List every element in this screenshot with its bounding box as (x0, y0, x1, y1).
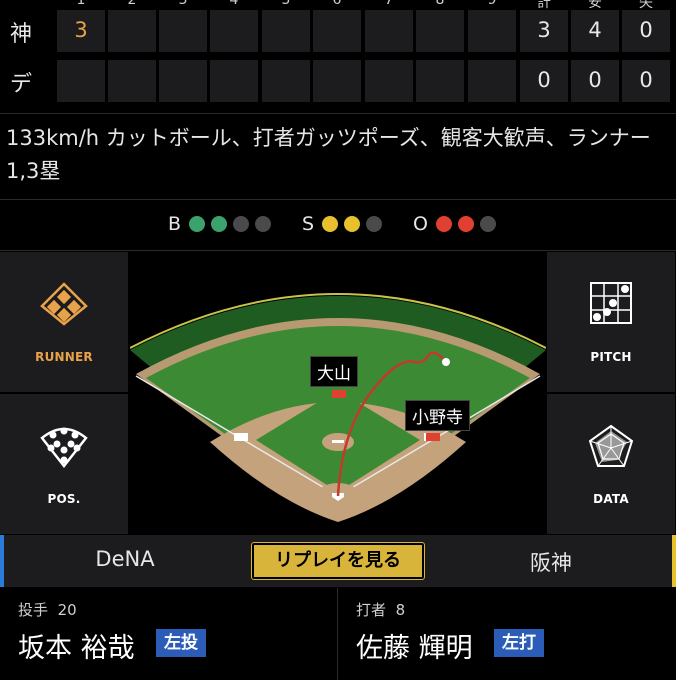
runner-label-third: 大山 (310, 356, 358, 387)
data-label: DATA (593, 492, 629, 506)
inning-cell (313, 60, 361, 102)
replay-button[interactable]: リプレイを見る (251, 542, 425, 580)
strike-dot (366, 216, 383, 232)
total-runs: 3 (520, 10, 568, 52)
total-errors: 0 (622, 10, 670, 52)
ball-dot (255, 216, 272, 232)
strike-dot (344, 216, 361, 232)
inning-cell (57, 60, 105, 102)
ball-dot (233, 216, 250, 232)
inning-header: 3 (178, 0, 188, 8)
out-dot (457, 216, 474, 232)
strike-label: S (302, 213, 315, 235)
field-view: 大山 小野寺 (130, 252, 546, 534)
divider (0, 199, 676, 200)
pitcher-hand-badge: 左投 (156, 629, 206, 657)
strike-count: S (302, 213, 388, 235)
inning-header: 8 (435, 0, 445, 8)
team-abbr: 神 (10, 22, 33, 47)
batter-role: 打者 8 (356, 601, 406, 619)
inning-cell (416, 10, 464, 52)
inning-cell (108, 60, 156, 102)
radar-chart-icon (588, 424, 634, 467)
inning-header: 7 (384, 0, 394, 8)
pitch-button[interactable]: PITCH (547, 252, 675, 392)
batter-name: 佐藤 輝明 (356, 633, 473, 664)
total-errors: 0 (622, 60, 670, 102)
play-description: 133km/h カットボール、打者ガッツポーズ、観客大歓声、ランナー1,3塁 (6, 126, 651, 183)
ball-dot (189, 216, 206, 232)
out-dot (479, 216, 496, 232)
pitch-label: PITCH (590, 350, 632, 364)
runner-label-first: 小野寺 (405, 400, 470, 431)
scoreboard-row-hanshin: 神 3 3 4 0 (0, 10, 676, 56)
pitcher-card[interactable]: 投手 20 坂本 裕哉 左投 (0, 588, 336, 680)
inning-header: 2 (127, 0, 137, 8)
runner-label: RUNNER (35, 350, 93, 364)
inning-cell (210, 10, 258, 52)
strike-dot (322, 216, 339, 232)
out-label: O (413, 213, 428, 235)
team-bar: DeNA リプレイを見る 阪神 (0, 535, 676, 587)
positions-button[interactable]: POS. (0, 394, 128, 534)
inning-cell (365, 10, 413, 52)
team-tab-right[interactable]: 阪神 (426, 547, 676, 577)
inning-cell (159, 10, 207, 52)
inning-header: 1 (76, 0, 86, 8)
inning-cell (210, 60, 258, 102)
inning-cell (365, 60, 413, 102)
inning-header: 6 (332, 0, 342, 8)
ball-count: B (168, 213, 277, 235)
positions-icon (40, 427, 88, 468)
inning-cell (159, 60, 207, 102)
batter-hand-badge: 左打 (494, 629, 544, 657)
out-count: O (413, 213, 502, 235)
team-accent-right (672, 535, 676, 587)
pitcher-name: 坂本 裕哉 (18, 633, 135, 664)
batter-card[interactable]: 打者 8 佐藤 輝明 左打 (338, 588, 674, 680)
diamond-bases-icon (40, 282, 88, 326)
total-hits: 4 (571, 10, 619, 52)
inning-cell: 3 (57, 10, 105, 52)
inning-header: 4 (229, 0, 239, 8)
inning-header: 5 (281, 0, 291, 8)
inning-header: 9 (487, 0, 497, 8)
data-button[interactable]: DATA (547, 394, 675, 534)
inning-cell (108, 10, 156, 52)
positions-label: POS. (47, 492, 81, 506)
ball-dot (211, 216, 228, 232)
scoreboard-row-dena: デ 0 0 0 (0, 60, 676, 106)
pitcher-role: 投手 20 (18, 601, 77, 619)
total-runs: 0 (520, 60, 568, 102)
divider (0, 113, 676, 114)
ball-label: B (168, 213, 182, 235)
inning-cell (468, 10, 516, 52)
pitch-grid-icon (590, 282, 632, 324)
inning-cell (262, 10, 310, 52)
inning-cell (468, 60, 516, 102)
inning-cell (313, 10, 361, 52)
team-abbr: デ (10, 72, 33, 97)
runner-button[interactable]: RUNNER (0, 252, 128, 392)
inning-cell (262, 60, 310, 102)
team-tab-left[interactable]: DeNA (0, 547, 250, 571)
total-hits: 0 (571, 60, 619, 102)
out-dot (435, 216, 452, 232)
divider (0, 250, 676, 251)
inning-cell (416, 60, 464, 102)
